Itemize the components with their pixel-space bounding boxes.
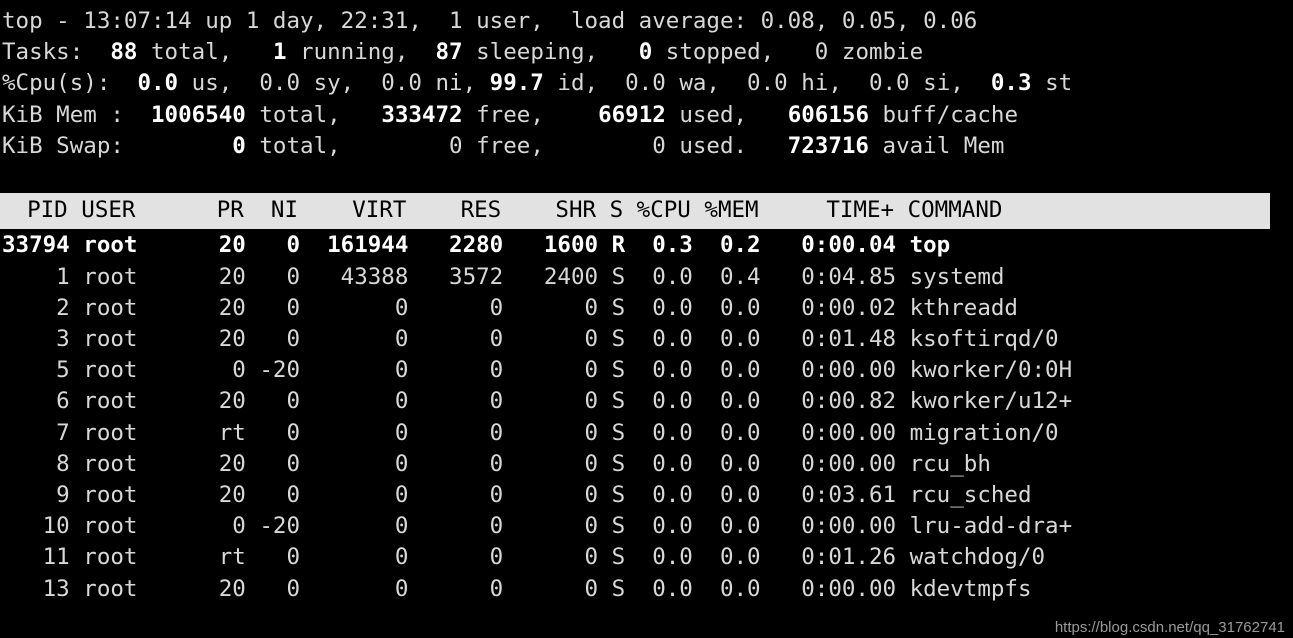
swap-line: KiB Swap: 0 total, 0 free, 0 used. 72371…	[2, 131, 1293, 162]
uptime-line: top - 13:07:14 up 1 day, 22:31, 1 user, …	[2, 6, 1293, 37]
table-row[interactable]: 8 root 20 0 0 0 0 S 0.0 0.0 0:00.00 rcu_…	[0, 449, 1293, 480]
table-row-text: 9 root 20 0 0 0 0 S 0.0 0.0 0:03.61 rcu_…	[2, 482, 1032, 509]
table-row[interactable]: 7 root rt 0 0 0 0 S 0.0 0.0 0:00.00 migr…	[0, 418, 1293, 449]
table-column-header-text: PID USER PR NI VIRT RES SHR S %CPU %MEM …	[0, 197, 1003, 224]
table-row-text: 2 root 20 0 0 0 0 S 0.0 0.0 0:00.02 kthr…	[2, 294, 1018, 321]
table-row-text: 8 root 20 0 0 0 0 S 0.0 0.0 0:00.00 rcu_…	[2, 450, 991, 477]
table-row-text: 1 root 20 0 43388 3572 2400 S 0.0 0.4 0:…	[2, 263, 1005, 290]
memory-line-text: KiB Mem : 1006540 total, 333472 free, 66…	[2, 101, 1019, 128]
table-row-text: 13 root 20 0 0 0 0 S 0.0 0.0 0:00.00 kde…	[2, 575, 1032, 602]
process-table-body: 33794 root 20 0 161944 2280 1600 R 0.3 0…	[0, 229, 1293, 604]
table-row-text: 5 root 0 -20 0 0 0 S 0.0 0.0 0:00.00 kwo…	[2, 357, 1073, 384]
table-row[interactable]: 5 root 0 -20 0 0 0 S 0.0 0.0 0:00.00 kwo…	[0, 355, 1293, 386]
memory-line: KiB Mem : 1006540 total, 333472 free, 66…	[2, 100, 1293, 131]
table-row[interactable]: 11 root rt 0 0 0 0 S 0.0 0.0 0:01.26 wat…	[0, 542, 1293, 573]
table-row-text: 6 root 20 0 0 0 0 S 0.0 0.0 0:00.82 kwor…	[2, 388, 1073, 415]
table-row[interactable]: 6 root 20 0 0 0 0 S 0.0 0.0 0:00.82 kwor…	[0, 386, 1293, 417]
table-row-text: 10 root 0 -20 0 0 0 S 0.0 0.0 0:00.00 lr…	[2, 513, 1073, 540]
terminal-window[interactable]: top - 13:07:14 up 1 day, 22:31, 1 user, …	[0, 0, 1293, 638]
table-column-header: PID USER PR NI VIRT RES SHR S %CPU %MEM …	[0, 193, 1270, 230]
summary-area: top - 13:07:14 up 1 day, 22:31, 1 user, …	[0, 0, 1293, 193]
table-row-text: 11 root rt 0 0 0 0 S 0.0 0.0 0:01.26 wat…	[2, 544, 1046, 571]
cpu-line: %Cpu(s): 0.0 us, 0.0 sy, 0.0 ni, 99.7 id…	[2, 68, 1293, 99]
watermark-text: https://blog.csdn.net/qq_31762741	[1054, 619, 1285, 636]
tasks-line: Tasks: 88 total, 1 running, 87 sleeping,…	[2, 37, 1293, 68]
table-row[interactable]: 13 root 20 0 0 0 0 S 0.0 0.0 0:00.00 kde…	[0, 574, 1293, 605]
tasks-line-text: Tasks: 88 total, 1 running, 87 sleeping,…	[2, 39, 924, 66]
blank-separator-line	[2, 162, 1293, 193]
table-row-text: 33794 root 20 0 161944 2280 1600 R 0.3 0…	[2, 232, 951, 259]
table-row-text: 7 root rt 0 0 0 0 S 0.0 0.0 0:00.00 migr…	[2, 419, 1059, 446]
table-row[interactable]: 10 root 0 -20 0 0 0 S 0.0 0.0 0:00.00 lr…	[0, 511, 1293, 542]
cpu-line-text: %Cpu(s): 0.0 us, 0.0 sy, 0.0 ni, 99.7 id…	[2, 70, 1073, 97]
table-row[interactable]: 9 root 20 0 0 0 0 S 0.0 0.0 0:03.61 rcu_…	[0, 480, 1293, 511]
table-row[interactable]: 33794 root 20 0 161944 2280 1600 R 0.3 0…	[0, 230, 1293, 261]
table-row[interactable]: 3 root 20 0 0 0 0 S 0.0 0.0 0:01.48 ksof…	[0, 324, 1293, 355]
table-row[interactable]: 1 root 20 0 43388 3572 2400 S 0.0 0.4 0:…	[0, 262, 1293, 293]
swap-line-text: KiB Swap: 0 total, 0 free, 0 used. 72371…	[2, 132, 1005, 159]
uptime-line-text: top - 13:07:14 up 1 day, 22:31, 1 user, …	[2, 8, 978, 34]
table-row-text: 3 root 20 0 0 0 0 S 0.0 0.0 0:01.48 ksof…	[2, 326, 1059, 353]
watermark: https://blog.csdn.net/qq_31762741	[1055, 619, 1285, 636]
table-row[interactable]: 2 root 20 0 0 0 0 S 0.0 0.0 0:00.02 kthr…	[0, 293, 1293, 324]
